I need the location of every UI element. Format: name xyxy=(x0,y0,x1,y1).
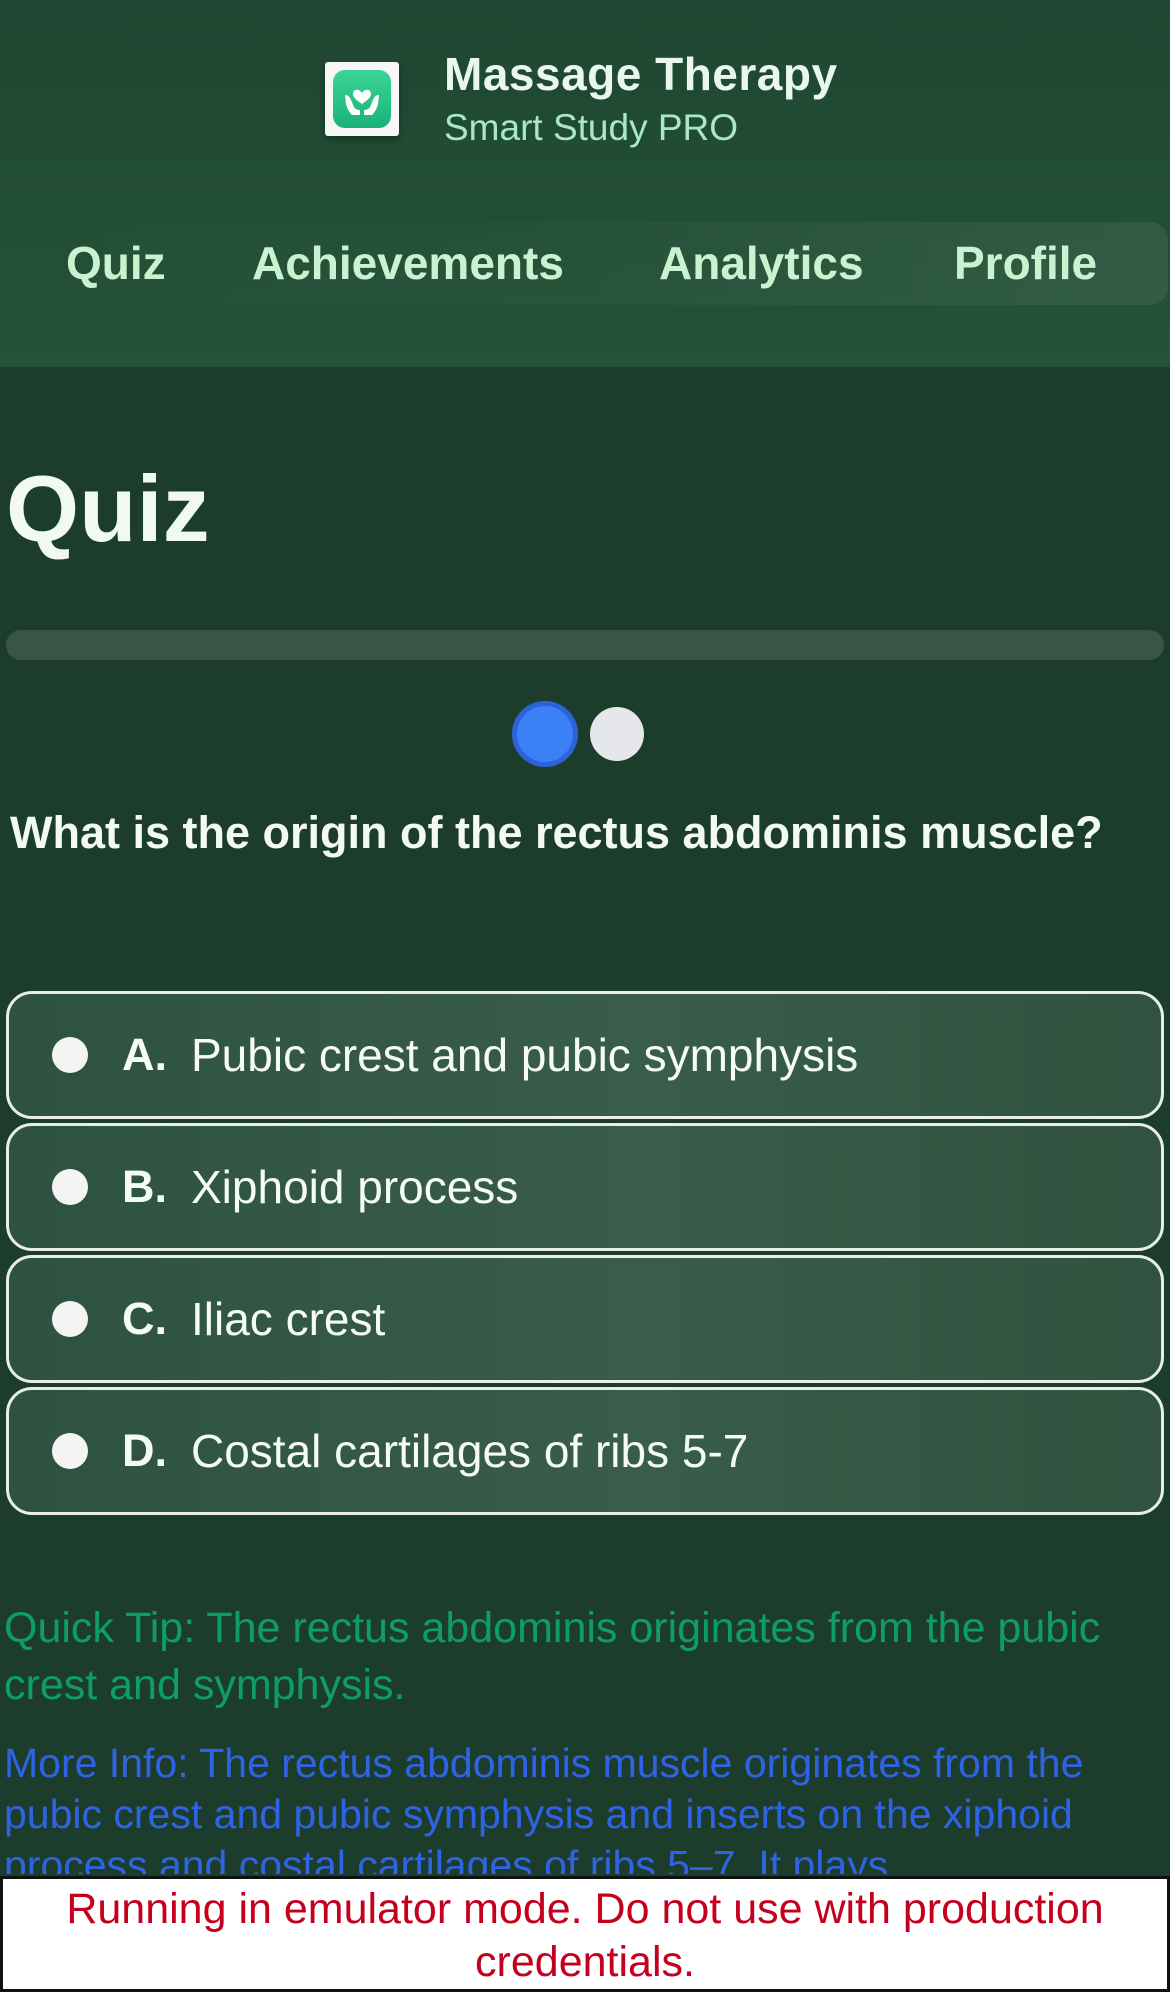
option-letter: A. xyxy=(122,1029,167,1080)
app-title: Massage Therapy xyxy=(444,48,838,100)
nav-item-profile[interactable]: Profile xyxy=(954,222,1097,305)
radio-button[interactable] xyxy=(52,1037,88,1073)
nav-item-analytics[interactable]: Analytics xyxy=(659,222,864,305)
page-title: Quiz xyxy=(6,456,210,561)
option-text: Costal cartilages of ribs 5-7 xyxy=(191,1425,749,1477)
nav-item-quiz[interactable]: Quiz xyxy=(66,222,166,305)
question-text: What is the origin of the rectus abdomin… xyxy=(10,807,1103,858)
answer-option-d[interactable]: D. Costal cartilages of ribs 5-7 xyxy=(6,1387,1164,1515)
main-nav: Quiz Achievements Analytics Profile xyxy=(22,222,1168,305)
nav-item-achievements[interactable]: Achievements xyxy=(252,222,564,305)
radio-button[interactable] xyxy=(52,1301,88,1337)
option-letter: B. xyxy=(122,1161,167,1212)
option-letter: C. xyxy=(122,1293,167,1344)
radio-button[interactable] xyxy=(52,1433,88,1469)
emulator-warning-banner: Running in emulator mode. Do not use wit… xyxy=(0,1876,1170,1992)
question-step-indicator xyxy=(512,701,644,767)
quick-tip: Quick Tip: The rectus abdominis originat… xyxy=(4,1604,1101,1709)
hands-holding-heart-icon xyxy=(333,70,391,128)
answer-option-b[interactable]: B. Xiphoid process xyxy=(6,1123,1164,1251)
app-subtitle: Smart Study PRO xyxy=(444,107,739,148)
answer-option-a[interactable]: A. Pubic crest and pubic symphysis xyxy=(6,991,1164,1119)
answer-option-c[interactable]: C. Iliac crest xyxy=(6,1255,1164,1383)
step-dot[interactable] xyxy=(590,707,644,761)
quiz-progress-bar xyxy=(6,630,1164,660)
option-text: Pubic crest and pubic symphysis xyxy=(191,1029,859,1081)
step-dot-current[interactable] xyxy=(512,701,578,767)
more-info-text: More Info: The rectus abdominis muscle o… xyxy=(4,1740,1084,1874)
app-logo xyxy=(325,62,399,136)
radio-button[interactable] xyxy=(52,1169,88,1205)
app-brand: Massage Therapy Smart Study PRO xyxy=(325,47,838,151)
option-letter: D. xyxy=(122,1425,167,1476)
app-header: Massage Therapy Smart Study PRO Quiz Ach… xyxy=(0,0,1170,367)
option-text: Iliac crest xyxy=(191,1293,386,1345)
option-text: Xiphoid process xyxy=(191,1161,519,1213)
